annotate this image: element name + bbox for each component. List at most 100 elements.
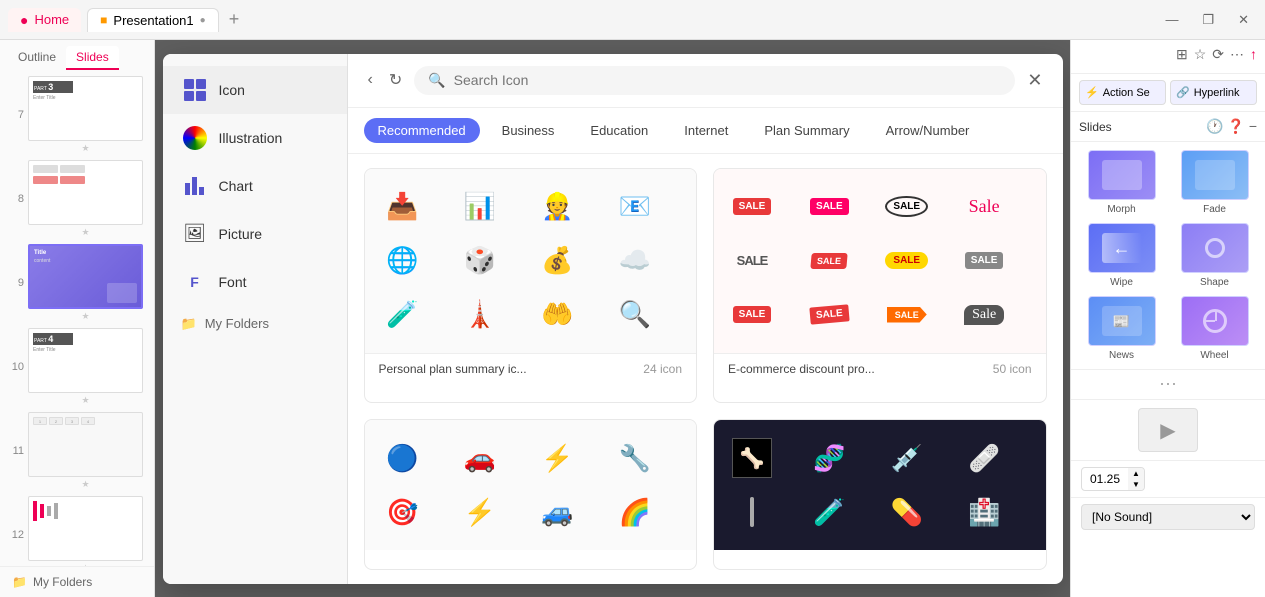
rotate-icon[interactable]: ⟳: [1212, 46, 1224, 63]
sound-select[interactable]: [No Sound]: [1081, 504, 1255, 530]
filter-arrow-number[interactable]: Arrow/Number: [872, 118, 984, 143]
filter-education[interactable]: Education: [576, 118, 662, 143]
nav-icon-font: F: [181, 268, 209, 296]
nav-label-picture: Picture: [219, 226, 263, 242]
transition-wipe[interactable]: ← Wipe: [1079, 223, 1164, 288]
nav-item-chart[interactable]: Chart: [163, 162, 347, 210]
duration-down-button[interactable]: ▼: [1128, 479, 1144, 490]
play-button[interactable]: ▶: [1138, 408, 1198, 452]
nav-item-picture[interactable]: 🖼 Picture: [163, 210, 347, 258]
sale-icon-12: Sale: [960, 291, 1008, 339]
right-panel-header: ⊞ ☆ ⟳ ⋯ ↑: [1071, 40, 1265, 74]
home-tab[interactable]: ● Home: [8, 8, 81, 32]
icon-pack-preview-2: SALE SALE SALE Sale: [714, 169, 1046, 353]
hyperlink-button[interactable]: 🔗 Hyperlink: [1170, 80, 1257, 105]
duration-value: 01.25: [1082, 469, 1128, 489]
nav-item-icon[interactable]: Icon: [163, 66, 347, 114]
transport-icon-8: 🌈: [611, 488, 659, 536]
refresh-button[interactable]: ↻: [385, 66, 406, 94]
sale-icon-3: SALE: [883, 183, 931, 231]
nav-icon-chart: [181, 172, 209, 200]
sale-icon-9: SALE: [728, 291, 776, 339]
icon-pack-medical[interactable]: 🦴 🧬 💉 🩹 🧪 💊 🏥: [713, 419, 1047, 570]
modal-main-content: ‹ ↻ 🔍 ✕ Recommended Business Education: [348, 54, 1063, 584]
transition-morph[interactable]: Morph: [1079, 150, 1164, 215]
search-input[interactable]: [454, 72, 1002, 88]
slide-thumb-12: [28, 496, 143, 561]
help-icon[interactable]: ❓: [1227, 118, 1244, 135]
icon-pack-transport[interactable]: 🔵 🚗 ⚡ 🔧 🎯 ⚡ 🚙 🌈: [364, 419, 698, 570]
transport-icon-4: 🔧: [611, 434, 659, 482]
sale-icon-1: SALE: [728, 183, 776, 231]
duration-arrows: ▲ ▼: [1128, 468, 1144, 490]
transition-wheel[interactable]: Wheel: [1172, 296, 1257, 361]
tab-close-icon[interactable]: ●: [200, 15, 206, 26]
slide-item-12[interactable]: 12 ★: [4, 496, 150, 566]
icon-preview-chart: 📊: [456, 183, 504, 231]
filter-internet[interactable]: Internet: [670, 118, 742, 143]
more-transitions-area: ⋯: [1071, 369, 1265, 399]
slide-item-11[interactable]: 11 1 2 3 4 ★: [4, 412, 150, 490]
modal-close-button[interactable]: ✕: [1023, 66, 1046, 95]
slide-item-9[interactable]: 9 Title content ★: [4, 244, 150, 322]
duration-row: 01.25 ▲ ▼: [1071, 460, 1265, 497]
modal-overlay: Icon Illustration: [155, 40, 1070, 597]
maximize-button[interactable]: ❐: [1194, 10, 1222, 30]
transition-news[interactable]: 📰 News: [1079, 296, 1164, 361]
presentation-tab-label: Presentation1: [113, 13, 193, 28]
action-section-button[interactable]: ⚡ Action Se: [1079, 80, 1166, 105]
star-icon[interactable]: ☆: [1194, 46, 1207, 63]
icon-pack-ecommerce[interactable]: SALE SALE SALE Sale: [713, 168, 1047, 404]
transition-fade[interactable]: Fade: [1172, 150, 1257, 215]
pack-name-1: Personal plan summary ic...: [379, 362, 527, 376]
slide-item-10[interactable]: 10 PART 4 Enter Title ★: [4, 328, 150, 406]
duration-up-button[interactable]: ▲: [1128, 468, 1144, 479]
tab-outline[interactable]: Outline: [8, 46, 66, 70]
tab-slides[interactable]: Slides: [66, 46, 119, 70]
main-layout: Outline Slides 7 PART 3 Enter Title ★: [0, 40, 1265, 597]
pack-name-2: E-commerce discount pro...: [728, 362, 875, 376]
add-tab-button[interactable]: +: [225, 9, 244, 30]
duration-input[interactable]: 01.25 ▲ ▼: [1081, 467, 1145, 491]
slide-thumb-8: [28, 160, 143, 225]
transport-icon-7: 🚙: [533, 488, 581, 536]
titlebar: ● Home ■ Presentation1 ● + — ❐ ✕: [0, 0, 1265, 40]
transition-shape[interactable]: Shape: [1172, 223, 1257, 288]
slides-list: 7 PART 3 Enter Title ★ 8: [0, 70, 154, 566]
filter-plan-summary[interactable]: Plan Summary: [750, 118, 863, 143]
more-transitions-icon[interactable]: ⋯: [1159, 374, 1177, 395]
slide-thumb-11: 1 2 3 4: [28, 412, 143, 477]
icon-pack-personal-plan[interactable]: 📥 📊 👷 📧 🌐 🎲 💰 ☁️ 🧪 🗼 🤲: [364, 168, 698, 404]
icon-pack-preview-4: 🦴 🧬 💉 🩹 🧪 💊 🏥: [714, 420, 1046, 550]
slide-item-8[interactable]: 8 ★: [4, 160, 150, 238]
my-folders-item[interactable]: 📁 My Folders: [0, 566, 154, 597]
clock-icon[interactable]: 🕐: [1206, 118, 1223, 135]
expand-icon[interactable]: ↑: [1250, 46, 1257, 63]
filter-tabs: Recommended Business Education Internet …: [348, 108, 1063, 154]
slide-item-7[interactable]: 7 PART 3 Enter Title ★: [4, 76, 150, 154]
presentation-tab[interactable]: ■ Presentation1 ●: [87, 8, 219, 32]
nav-label-font: Font: [219, 274, 247, 290]
search-icon: 🔍: [428, 72, 445, 89]
filter-recommended[interactable]: Recommended: [364, 118, 480, 143]
more-icon[interactable]: ⋯: [1230, 46, 1244, 63]
nav-item-illustration[interactable]: Illustration: [163, 114, 347, 162]
transport-icon-3: ⚡: [533, 434, 581, 482]
my-folders-nav[interactable]: 📁 My Folders: [163, 306, 347, 342]
news-thumb: 📰: [1088, 296, 1156, 346]
back-button[interactable]: ‹: [364, 67, 377, 93]
wheel-thumb: [1181, 296, 1249, 346]
wipe-thumb: ←: [1088, 223, 1156, 273]
minimize-button[interactable]: —: [1157, 10, 1186, 29]
nav-label-illustration: Illustration: [219, 130, 283, 146]
filter-business[interactable]: Business: [488, 118, 569, 143]
chevron-down-icon[interactable]: −: [1249, 118, 1257, 135]
medical-icon-8: 🏥: [960, 488, 1008, 536]
zoom-icon[interactable]: ⊞: [1176, 46, 1188, 63]
nav-item-font[interactable]: F Font: [163, 258, 347, 306]
nav-icon-icon: [181, 76, 209, 104]
sound-row: [No Sound]: [1071, 497, 1265, 536]
close-button[interactable]: ✕: [1230, 10, 1257, 30]
my-folders-label: My Folders: [205, 316, 269, 331]
nav-label-chart: Chart: [219, 178, 253, 194]
